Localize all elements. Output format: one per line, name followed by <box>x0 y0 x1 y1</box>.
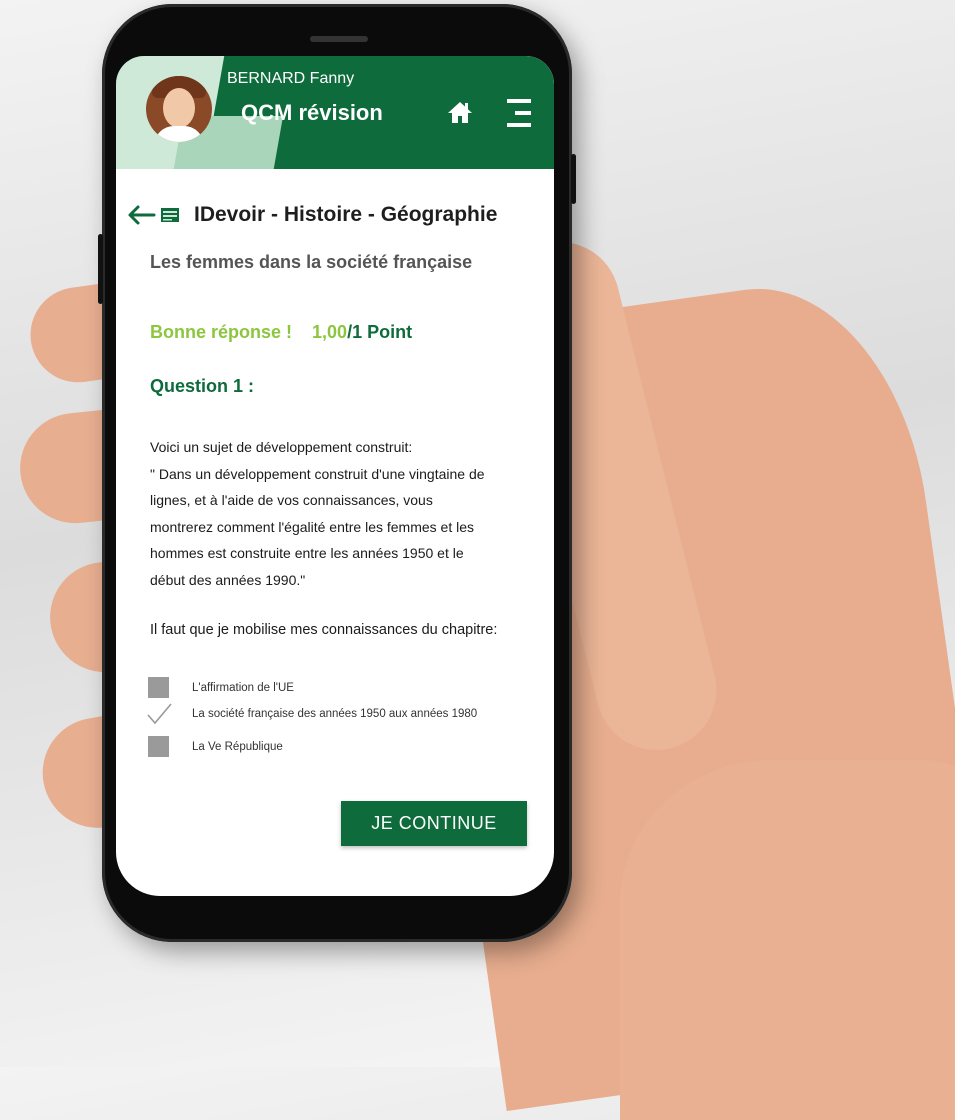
option-label: L'affirmation de l'UE <box>192 681 294 694</box>
answer-option[interactable]: L'affirmation de l'UE <box>148 677 294 698</box>
power-button <box>571 154 576 204</box>
page-title: IDevoir - Histoire - Géographie <box>194 203 498 226</box>
question-line: Voici un sujet de développement construi… <box>150 439 413 455</box>
user-name: BERNARD Fanny <box>227 70 355 87</box>
question-text: Voici un sujet de développement construi… <box>150 434 530 593</box>
question-line: hommes est construite entre les années 1… <box>150 545 464 561</box>
answer-option-selected[interactable]: La société française des années 1950 aux… <box>145 702 478 726</box>
question-line: " Dans un développement construit d'une … <box>150 465 485 482</box>
score-total: /1 Point <box>347 322 413 342</box>
question-title: Question 1 : <box>150 376 255 396</box>
avatar-face <box>163 88 195 128</box>
checkbox-empty[interactable] <box>148 677 169 698</box>
app-header: BERNARD Fanny QCM révision <box>116 56 554 169</box>
arrow-left-icon[interactable] <box>126 204 156 226</box>
volume-button <box>98 234 103 304</box>
subject-title: Les femmes dans la société française <box>150 252 473 272</box>
question-line: début des années 1990." <box>150 571 306 588</box>
continue-button[interactable]: JE CONTINUE <box>341 801 527 846</box>
home-icon[interactable] <box>447 100 473 124</box>
hand-wrist <box>620 760 955 1120</box>
phone-device: BERNARD Fanny QCM révision IDevoir - His… <box>98 4 576 942</box>
checkbox-empty[interactable] <box>148 736 169 757</box>
menu-icon[interactable] <box>503 96 531 130</box>
avatar-body <box>154 126 204 142</box>
phone-screen: BERNARD Fanny QCM révision IDevoir - His… <box>116 56 554 896</box>
option-label: La société française des années 1950 aux… <box>192 708 478 720</box>
score-value: 1,00 <box>312 322 348 342</box>
breadcrumb: IDevoir - Histoire - Géographie <box>126 202 497 228</box>
question-prompt: Il faut que je mobilise mes connaissance… <box>150 622 498 638</box>
avatar[interactable] <box>146 76 212 142</box>
phone-speaker <box>310 36 368 42</box>
checkmark-icon[interactable] <box>145 702 173 726</box>
result-status: Bonne réponse ! <box>150 322 293 342</box>
document-icon <box>161 208 179 222</box>
result-feedback: Bonne réponse ! 1,00/1 Point <box>150 322 412 343</box>
question-line: montrerez comment l'égalité entre les fe… <box>150 518 475 535</box>
question-line: lignes, et à l'aide de vos connaissances… <box>150 492 433 508</box>
answer-option[interactable]: La Ve République <box>148 736 283 757</box>
option-label: La Ve République <box>192 740 283 753</box>
app-title: QCM révision <box>241 100 383 125</box>
